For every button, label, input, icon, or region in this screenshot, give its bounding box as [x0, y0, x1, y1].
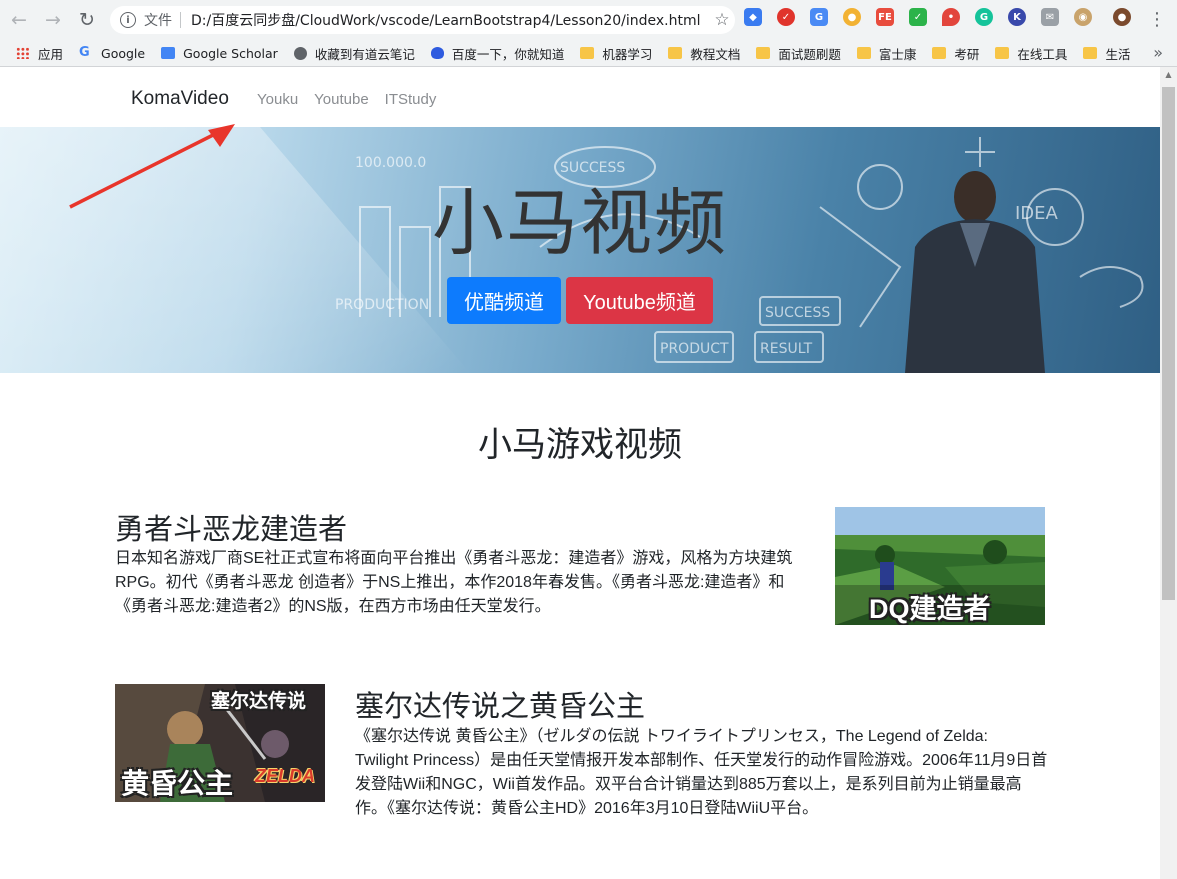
bookmark-label: 应用	[38, 46, 64, 62]
bookmark-star-icon[interactable]: ☆	[709, 10, 735, 30]
media-title: 塞尔达传说之黄昏公主	[355, 691, 646, 723]
scroll-up-arrow-icon[interactable]: ▲	[1160, 70, 1177, 79]
folder-icon	[756, 47, 771, 59]
translate-icon[interactable]: G	[810, 8, 828, 26]
weibo-icon[interactable]: ●	[843, 8, 861, 26]
google-icon: G	[79, 45, 90, 60]
nav-link-itstudy[interactable]: ITStudy	[385, 91, 437, 108]
media-text-line: RPG。初代《勇者斗恶龙 创造者》于NS上推出，本作2018年春发售。《勇者斗恶…	[115, 574, 785, 591]
bookmark-folder[interactable]: 教程文档	[668, 44, 740, 63]
zelda-image: 塞尔达传说 黄昏公主 ZELDA	[115, 684, 325, 802]
bookmark-folder[interactable]: 机器学习	[580, 44, 652, 63]
menu-icon[interactable]: ⋮	[1148, 8, 1166, 32]
bookmark-label: 富士康	[878, 46, 917, 62]
navbar-brand[interactable]: KomaVideo	[131, 88, 229, 110]
svg-text:PRODUCTION: PRODUCTION	[335, 297, 429, 313]
bookmark-label: Google Scholar	[183, 45, 278, 61]
media-text-line: 作。《塞尔达传说：黄昏公主HD》2016年3月10日登陆WiiU平台。	[355, 800, 819, 817]
url-text[interactable]: D:/百度云同步盘/CloudWork/vscode/LearnBootstra…	[191, 10, 709, 30]
bookmark-label: 生活	[1105, 46, 1131, 62]
media-body: 《塞尔达传说 黄昏公主》（ゼルダの伝説 トワイライトプリンセス，The Lege…	[355, 725, 1055, 821]
media-text-line: 发登陆Wii和NGC，Wii首发作品。双平台合计销量达到885万套以上，是系列目…	[355, 776, 1022, 793]
vertical-scrollbar[interactable]: ▲	[1160, 67, 1177, 879]
image-caption-bottom: 黄昏公主	[121, 768, 234, 799]
extension-icon[interactable]: ◆	[744, 8, 762, 26]
svg-text:SUCCESS: SUCCESS	[765, 305, 830, 321]
bookmark-label: 考研	[954, 46, 980, 62]
fe-icon[interactable]: FE	[876, 8, 894, 26]
address-bar[interactable]: i 文件 D:/百度云同步盘/CloudWork/vscode/LearnBoo…	[110, 6, 735, 34]
bookmark-youdao[interactable]: 收藏到有道云笔记	[293, 44, 415, 63]
bookmark-google[interactable]: G Google	[79, 46, 145, 61]
media-body: 日本知名游戏厂商SE社正式宣布将面向平台推出《勇者斗恶龙：建造者》游戏，风格为方…	[115, 547, 805, 619]
nav-link-youtube[interactable]: Youtube	[314, 91, 369, 108]
profile-avatar[interactable]: ●	[1113, 8, 1131, 26]
extension-icon[interactable]: ✓	[777, 8, 795, 26]
apps-grid-icon	[16, 47, 30, 59]
bookmark-folder[interactable]: 富士康	[856, 44, 917, 63]
grammarly-icon[interactable]: G	[975, 8, 993, 26]
navbar-links: Youku Youtube ITStudy	[257, 91, 452, 108]
k-icon[interactable]: K	[1008, 8, 1026, 26]
globe-icon	[293, 46, 307, 60]
folder-icon	[932, 47, 947, 59]
folder-icon	[580, 47, 595, 59]
media-text-line: 《勇者斗恶龙:建造者2》的NS版，在西方市场由任天堂发行。	[115, 598, 551, 615]
bookmark-label: 面试题刷题	[778, 46, 841, 62]
svg-text:SUCCESS: SUCCESS	[560, 160, 625, 176]
svg-text:PRODUCT: PRODUCT	[660, 341, 729, 357]
nav-link-youku[interactable]: Youku	[257, 91, 298, 108]
baidu-paw-icon	[430, 47, 444, 59]
section-title: 小马游戏视频	[478, 426, 682, 464]
media-title: 勇者斗恶龙建造者	[115, 514, 348, 546]
bookmark-label: 在线工具	[1017, 46, 1068, 62]
image-caption-top: 塞尔达传说	[211, 691, 307, 712]
media-text-line: Twilight Princess）是由任天堂情报开发本部制作、任天堂发行的动作…	[355, 752, 1048, 769]
folder-icon	[856, 47, 871, 59]
bookmark-label: 教程文档	[690, 46, 741, 62]
forward-button[interactable]: →	[38, 5, 68, 35]
bookmark-google-scholar[interactable]: Google Scholar	[161, 46, 278, 61]
svg-text:100.000.0: 100.000.0	[355, 155, 426, 171]
bookmark-label: 收藏到有道云笔记	[314, 46, 415, 62]
info-icon[interactable]: i	[120, 12, 136, 28]
bookmark-label: Google	[101, 45, 146, 61]
page-viewport: KomaVideo Youku Youtube ITStudy SUCCESS …	[0, 67, 1160, 879]
youtube-channel-button[interactable]: Youtube频道	[566, 277, 713, 324]
media-text-line: 日本知名游戏厂商SE社正式宣布将面向平台推出《勇者斗恶龙：建造者》游戏，风格为方…	[115, 550, 793, 567]
owl-icon[interactable]: ◉	[1074, 8, 1092, 26]
bookmark-label: 机器学习	[602, 46, 653, 62]
folder-icon	[1083, 47, 1098, 59]
bookmark-label: 百度一下，你就知道	[451, 46, 565, 62]
media-text-line: 《塞尔达传说 黄昏公主》（ゼルダの伝説 トワイライトプリンセス，The Lege…	[355, 728, 989, 745]
reload-button[interactable]: ↻	[72, 5, 102, 35]
folder-icon	[995, 47, 1010, 59]
youku-channel-button[interactable]: 优酷频道	[447, 277, 561, 324]
folder-icon	[668, 47, 683, 59]
bookmark-apps[interactable]: 应用	[16, 44, 63, 63]
scholar-icon	[161, 47, 176, 59]
bookmark-baidu[interactable]: 百度一下，你就知道	[430, 44, 565, 63]
url-scheme: 文件	[144, 13, 172, 29]
mail-icon[interactable]: ✉	[1041, 8, 1059, 26]
zelda-logo: ZELDA	[255, 766, 315, 786]
image-caption: DQ建造者	[869, 594, 991, 624]
bookmark-folder[interactable]: 在线工具	[995, 44, 1067, 63]
more-bookmarks-button[interactable]: »	[1153, 43, 1163, 62]
shield-icon[interactable]: ✓	[909, 8, 927, 26]
bookmark-folder[interactable]: 面试题刷题	[756, 44, 841, 63]
dq-builders-image: DQ建造者	[835, 507, 1045, 625]
svg-text:RESULT: RESULT	[760, 341, 813, 357]
map-pin-icon[interactable]: •	[942, 8, 960, 26]
annotation-arrow	[69, 124, 235, 209]
url-separator	[180, 12, 181, 28]
back-button[interactable]: ←	[4, 5, 34, 35]
extensions-bar: ◆ ✓ G ● FE ✓ • G K ✉ ◉ ●	[744, 8, 1146, 26]
bookmark-folder[interactable]: 生活	[1083, 44, 1130, 63]
bookmarks-bar: 应用 G Google Google Scholar 收藏到有道云笔记 百度一下…	[0, 40, 1177, 67]
bookmark-folder[interactable]: 考研	[932, 44, 979, 63]
scroll-thumb[interactable]	[1162, 87, 1175, 600]
